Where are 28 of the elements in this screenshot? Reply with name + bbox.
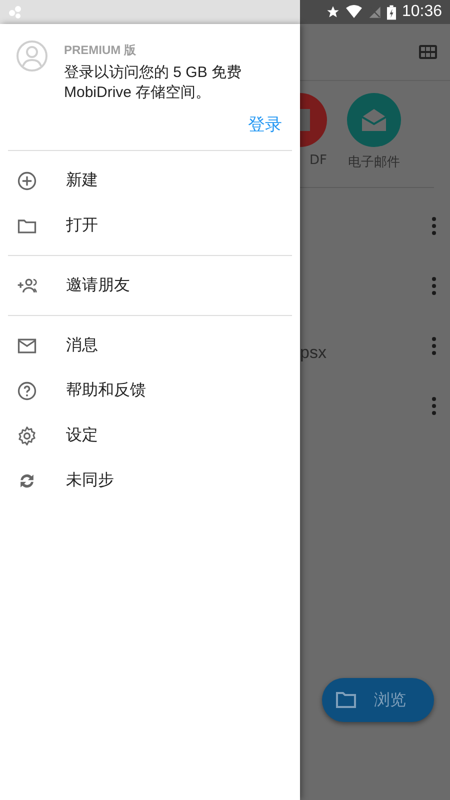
menu-item[interactable]: 未同步 <box>8 458 292 503</box>
more-icon[interactable] <box>432 337 436 355</box>
help-icon <box>16 380 38 402</box>
star-icon <box>326 5 340 19</box>
app-notification-icon <box>8 5 22 19</box>
settings-icon <box>16 424 38 446</box>
more-icon[interactable] <box>432 217 436 235</box>
menu-item[interactable]: 邀请朋友 <box>8 263 292 308</box>
grid-view-icon[interactable] <box>419 45 437 59</box>
folder-icon <box>336 692 356 708</box>
menu-item[interactable]: 新建 <box>0 158 300 203</box>
no-signal-icon <box>368 5 381 19</box>
menu-item[interactable]: 消息 <box>8 323 292 368</box>
wifi-icon <box>346 5 362 19</box>
mail-icon <box>362 109 386 131</box>
shortcut-label: 电子邮件 <box>348 154 400 171</box>
battery-icon <box>386 4 396 20</box>
edition-label: PREMIUM 版 <box>64 42 137 59</box>
sign-in-message: 登录以访问您的 5 GB 免费 MobiDrive 存储空间。 <box>64 63 243 103</box>
add-icon <box>16 170 38 192</box>
menu-item[interactable]: 帮助和反馈 <box>8 368 292 413</box>
more-icon[interactable] <box>432 397 436 415</box>
menu-item[interactable]: 设定 <box>8 413 292 458</box>
clock-time: 10:36 <box>402 3 442 21</box>
menu-item[interactable]: 打开 <box>0 203 300 248</box>
more-icon[interactable] <box>432 277 436 295</box>
shortcut-label: DF <box>310 153 327 168</box>
file-name: psx <box>300 343 326 363</box>
